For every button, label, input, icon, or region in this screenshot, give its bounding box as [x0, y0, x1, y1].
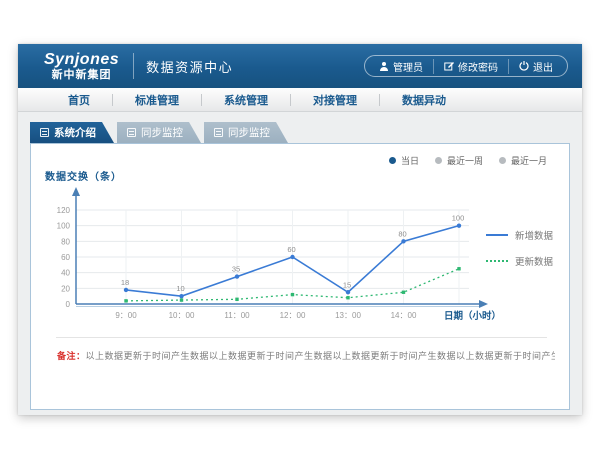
chart-wrap: 0 20 40 60 80 100 120 9：00 10：00 11：00 12：00 13：00 1… — [31, 184, 511, 331]
document-icon — [40, 128, 49, 137]
radio-selected-icon[interactable] — [389, 157, 396, 164]
tab-label: 同步监控 — [141, 125, 183, 140]
chart-legend: 新增数据 更新数据 — [486, 228, 553, 268]
brand-logo: Synjones 新中新集团 — [44, 52, 119, 81]
nav-item-interface-mgmt[interactable]: 对接管理 — [291, 92, 379, 108]
radio-icon[interactable] — [435, 157, 442, 164]
footnote-label: 备注： — [57, 351, 86, 361]
svg-text:20: 20 — [61, 284, 70, 293]
svg-text:100: 100 — [57, 222, 71, 231]
svg-text:9：00: 9：00 — [115, 311, 137, 320]
tab-system-intro[interactable]: 系统介绍 — [30, 122, 114, 143]
filter-last-week[interactable]: 最近一周 — [435, 154, 483, 167]
svg-text:60: 60 — [287, 245, 295, 254]
svg-text:13：00: 13：00 — [335, 311, 361, 320]
tab-sync-monitor-1[interactable]: 同步监控 — [117, 122, 201, 143]
range-filter-group: 当日 最近一周 最近一月 — [389, 154, 547, 167]
nav-item-home[interactable]: 首页 — [46, 92, 112, 108]
line-chart: 0 20 40 60 80 100 120 9：00 10：00 11：00 12：00 13：00 1… — [31, 184, 511, 326]
svg-text:11：00: 11：00 — [224, 311, 250, 320]
tab-label: 系统介绍 — [54, 125, 96, 140]
svg-text:80: 80 — [398, 229, 406, 238]
logout-button[interactable]: 退出 — [508, 59, 563, 74]
svg-text:10：00: 10：00 — [169, 311, 195, 320]
user-menu-button[interactable]: 管理员 — [369, 59, 433, 74]
filter-label: 当日 — [401, 154, 419, 167]
monitor-icon — [127, 128, 136, 137]
change-password-label: 修改密码 — [458, 59, 498, 74]
logout-label: 退出 — [533, 59, 553, 74]
svg-text:40: 40 — [61, 269, 70, 278]
chart-panel: 当日 最近一周 最近一月 数据交换（条） 0 20 40 60 80 100 120 9：00… — [30, 143, 570, 410]
svg-text:35: 35 — [232, 265, 240, 274]
filter-today[interactable]: 当日 — [389, 154, 419, 167]
filter-label: 最近一周 — [447, 154, 483, 167]
note-divider — [56, 337, 547, 338]
logo-subtext: 新中新集团 — [52, 70, 112, 81]
monitor-icon — [214, 128, 223, 137]
nav-item-standard-mgmt[interactable]: 标准管理 — [113, 92, 201, 108]
filter-last-month[interactable]: 最近一月 — [499, 154, 547, 167]
svg-text:80: 80 — [61, 237, 70, 246]
filter-label: 最近一月 — [511, 154, 547, 167]
dotted-line-swatch — [486, 260, 508, 262]
tab-label: 同步监控 — [228, 125, 270, 140]
power-icon — [519, 61, 529, 71]
svg-text:12：00: 12：00 — [280, 311, 306, 320]
svg-text:14：00: 14：00 — [391, 311, 417, 320]
header-divider — [133, 53, 134, 79]
change-password-button[interactable]: 修改密码 — [433, 59, 508, 74]
header-user-controls: 管理员 修改密码 退出 — [364, 55, 568, 77]
edit-icon — [444, 61, 454, 71]
svg-text:日期（小时）: 日期（小时） — [444, 310, 501, 322]
legend-item-update-data: 更新数据 — [486, 254, 553, 268]
nav-item-data-change[interactable]: 数据异动 — [380, 92, 468, 108]
nav-item-system-mgmt[interactable]: 系统管理 — [202, 92, 290, 108]
solid-line-swatch — [486, 234, 508, 236]
footnote-text: 以上数据更新于时间产生数据以上数据更新于时间产生数据以上数据更新于时间产生数据以… — [86, 351, 555, 361]
svg-text:10: 10 — [176, 284, 184, 293]
main-nav: 首页 标准管理 系统管理 对接管理 数据异动 — [18, 88, 582, 112]
svg-text:60: 60 — [61, 253, 70, 262]
content-area: 系统介绍 同步监控 同步监控 当日 最近一周 — [18, 112, 582, 415]
tab-sync-monitor-2[interactable]: 同步监控 — [204, 122, 288, 143]
svg-text:120: 120 — [57, 206, 71, 215]
radio-icon[interactable] — [499, 157, 506, 164]
legend-label: 更新数据 — [515, 254, 553, 268]
svg-text:18: 18 — [121, 278, 129, 287]
legend-item-new-data: 新增数据 — [486, 228, 553, 242]
app-header: Synjones 新中新集团 数据资源中心 管理员 修改密码 — [18, 44, 582, 88]
legend-label: 新增数据 — [515, 228, 553, 242]
app-title: 数据资源中心 — [146, 57, 233, 76]
user-icon — [379, 61, 389, 71]
y-axis-title: 数据交换（条） — [45, 168, 122, 183]
user-label: 管理员 — [393, 59, 423, 74]
app-window: Synjones 新中新集团 数据资源中心 管理员 修改密码 — [18, 44, 582, 415]
logo-text: Synjones — [44, 52, 119, 68]
svg-text:15: 15 — [343, 280, 351, 289]
svg-text:100: 100 — [452, 214, 465, 223]
footnote: 备注：以上数据更新于时间产生数据以上数据更新于时间产生数据以上数据更新于时间产生… — [57, 349, 555, 362]
svg-text:0: 0 — [66, 300, 71, 309]
tab-bar: 系统介绍 同步监控 同步监控 — [30, 122, 291, 143]
